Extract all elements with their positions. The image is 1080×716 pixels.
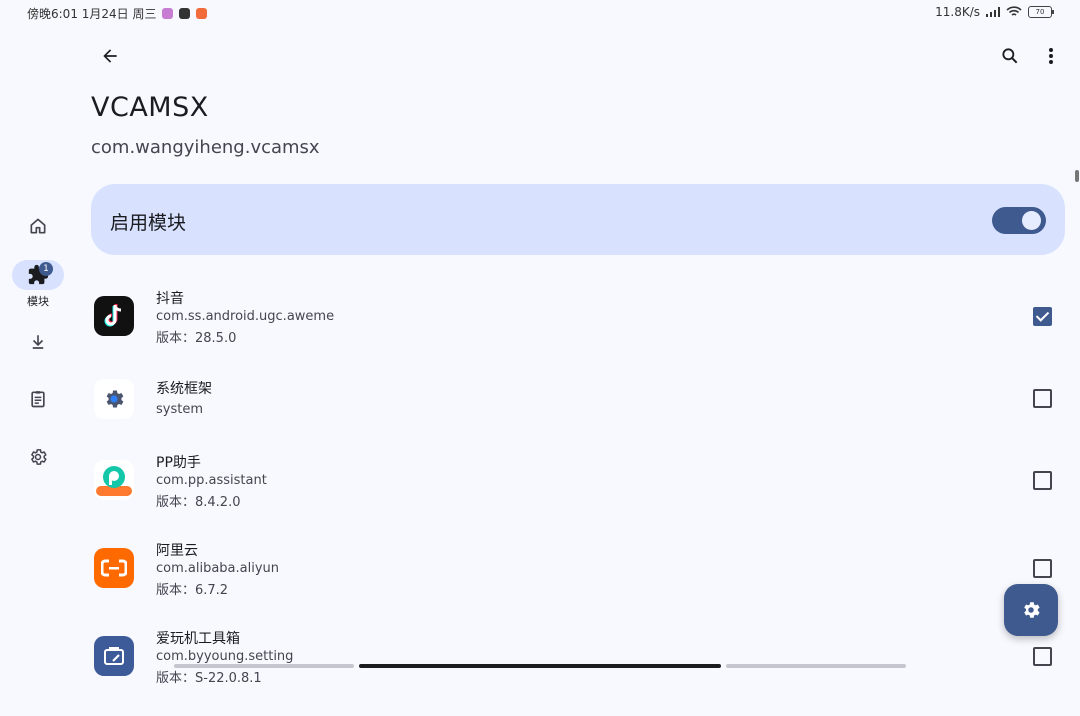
home-icon xyxy=(30,218,46,234)
app-package: system xyxy=(156,402,203,417)
gear-icon xyxy=(1024,602,1040,618)
nav-pill xyxy=(12,327,64,357)
notification-chat-icon xyxy=(179,8,191,19)
app-version: 版本：8.4.2.0 xyxy=(156,495,241,510)
nav-item-download[interactable] xyxy=(12,327,64,357)
app-package: com.alibaba.aliyun xyxy=(156,561,280,576)
app-checkbox[interactable] xyxy=(1033,389,1052,408)
network-speed: 11.8K/s xyxy=(935,5,980,19)
clipboard-icon xyxy=(31,391,45,408)
status-time: 傍晚6:01 1月24日 周三 xyxy=(27,7,157,21)
list-item[interactable]: 阿里云 com.alibaba.aliyun 版本：6.7.2 xyxy=(76,538,1080,628)
switch-knob xyxy=(1022,211,1041,230)
app-name: 系统框架 xyxy=(156,381,212,397)
aliyun-icon xyxy=(94,548,134,588)
signal-icon xyxy=(986,7,1000,17)
nav-item-label: 模块 xyxy=(27,295,49,308)
enable-module-label: 启用模块 xyxy=(110,212,187,234)
nav-pill xyxy=(12,384,64,414)
nav-item-home[interactable] xyxy=(12,211,64,241)
app-checkbox[interactable] xyxy=(1033,647,1052,666)
list-item[interactable]: 爱玩机工具箱 com.byyoung.setting 版本：S-22.0.8.1 xyxy=(76,626,1080,716)
back-button[interactable] xyxy=(94,40,126,72)
app-name: 阿里云 xyxy=(156,543,198,559)
app-name: PP助手 xyxy=(156,455,201,471)
gesture-home-bar[interactable] xyxy=(359,664,721,668)
more-options-button[interactable] xyxy=(1036,40,1066,72)
enable-module-card[interactable]: 启用模块 xyxy=(91,184,1065,255)
modules-badge: 1 xyxy=(39,262,53,276)
scroll-indicator[interactable] xyxy=(1075,170,1079,182)
module-title: VCAMSX xyxy=(91,92,209,123)
nav-item-modules[interactable]: 1 模块 xyxy=(12,260,64,309)
nav-pill xyxy=(12,442,64,472)
app-package: com.pp.assistant xyxy=(156,473,267,488)
app-package: com.byyoung.setting xyxy=(156,649,294,664)
gesture-bar-right xyxy=(726,664,906,668)
app-checkbox[interactable] xyxy=(1033,471,1052,490)
list-item[interactable]: PP助手 com.pp.assistant 版本：8.4.2.0 xyxy=(76,450,1080,540)
status-left: 傍晚6:01 1月24日 周三 xyxy=(27,5,208,22)
app-name: 抖音 xyxy=(156,291,184,307)
app-version: 版本：S-22.0.8.1 xyxy=(156,671,262,686)
search-button[interactable] xyxy=(994,40,1026,72)
more-vertical-icon xyxy=(1049,48,1053,64)
notification-message-icon xyxy=(196,8,208,19)
app-checkbox[interactable] xyxy=(1033,559,1052,578)
settings-fab[interactable] xyxy=(1004,584,1058,636)
nav-item-logs[interactable] xyxy=(12,384,64,414)
notification-app-icon xyxy=(162,8,174,19)
enable-module-switch[interactable] xyxy=(992,207,1046,234)
app-version: 版本：6.7.2 xyxy=(156,583,229,598)
gesture-bar-left xyxy=(174,664,354,668)
list-item[interactable]: 抖音 com.ss.android.ugc.aweme 版本：28.5.0 xyxy=(76,286,1080,376)
app-checkbox[interactable] xyxy=(1033,307,1052,326)
status-bar: 傍晚6:01 1月24日 周三 11.8K/s 70 xyxy=(0,0,1080,26)
download-icon xyxy=(32,335,44,349)
status-right: 11.8K/s 70 xyxy=(935,5,1054,19)
toolbox-icon xyxy=(94,636,134,676)
nav-item-settings[interactable] xyxy=(12,442,64,472)
app-name: 爱玩机工具箱 xyxy=(156,631,240,647)
battery-icon: 70 xyxy=(1028,6,1054,18)
nav-pill xyxy=(12,211,64,241)
arrow-left-icon xyxy=(103,49,117,63)
system-gear-icon xyxy=(94,379,134,419)
tiktok-icon xyxy=(94,296,134,336)
nav-pill-active: 1 xyxy=(12,260,64,290)
app-package: com.ss.android.ugc.aweme xyxy=(156,309,335,324)
gear-icon xyxy=(31,449,47,465)
pp-assistant-icon xyxy=(94,460,134,500)
wifi-icon xyxy=(1006,6,1022,16)
module-package: com.wangyiheng.vcamsx xyxy=(91,137,320,158)
search-icon xyxy=(1002,48,1018,64)
app-version: 版本：28.5.0 xyxy=(156,331,237,346)
